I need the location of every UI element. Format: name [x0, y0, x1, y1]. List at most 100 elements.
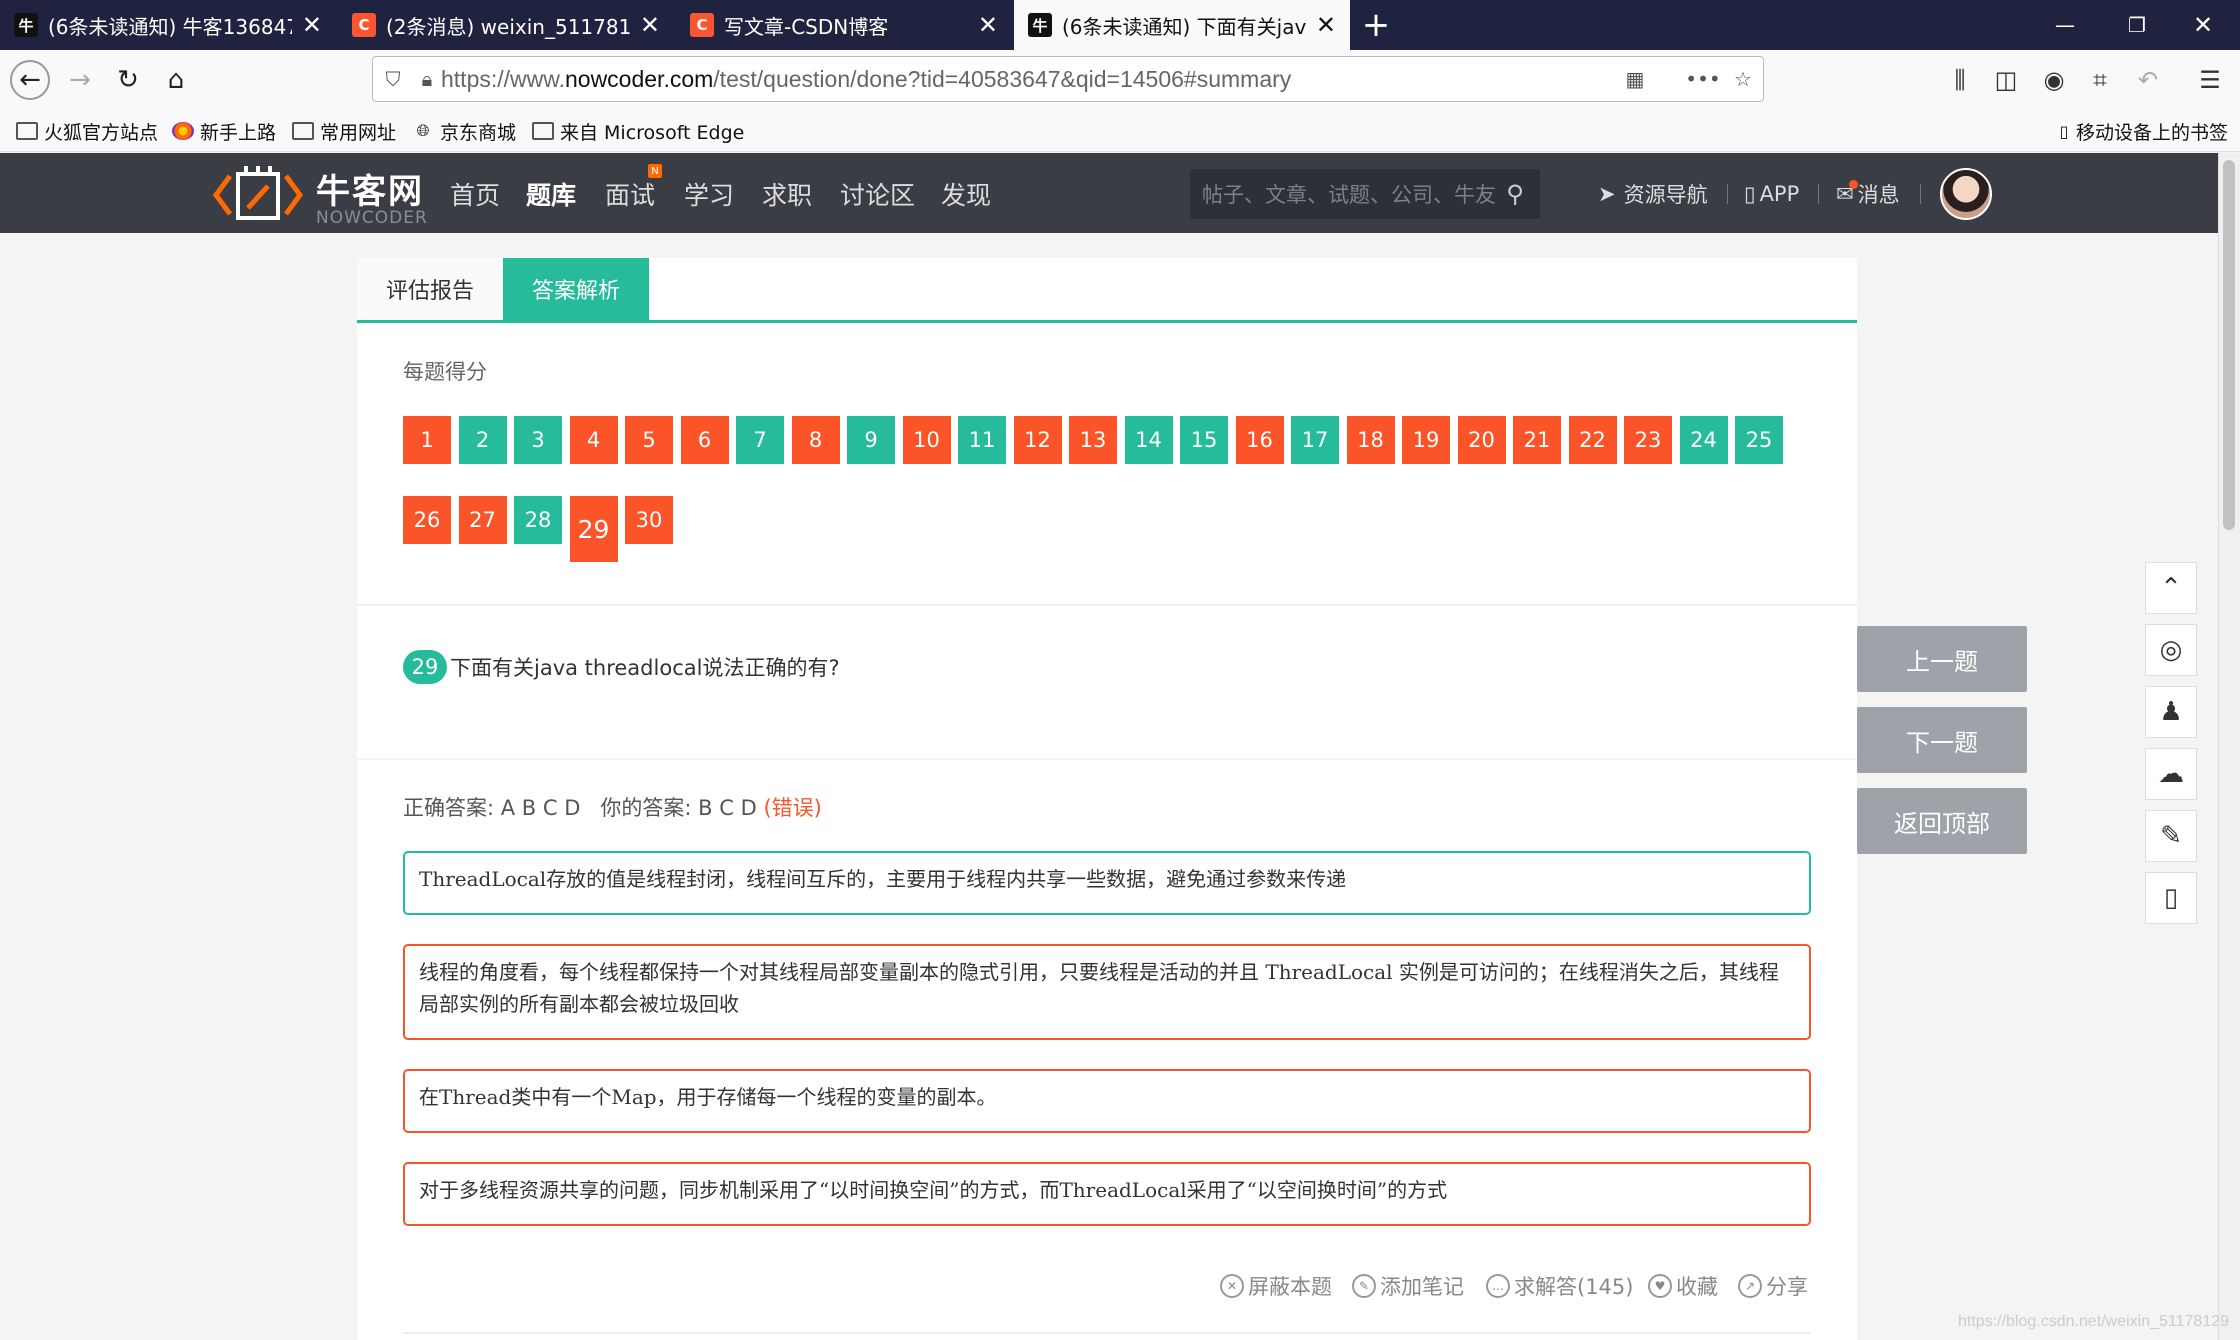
edit-icon[interactable]: ✎	[2145, 810, 2197, 862]
bookmark-item[interactable]: 🌐︎ 京东商城	[412, 116, 516, 146]
ask-answer-action[interactable]: … 求解答(145)	[1486, 1270, 1633, 1302]
hide-question-action[interactable]: ✕ 屏蔽本题	[1220, 1270, 1332, 1302]
share-action[interactable]: ↗ 分享	[1738, 1270, 1808, 1302]
close-tab-icon[interactable]: ✕	[640, 11, 660, 39]
scroll-up-icon[interactable]: ⌃	[2145, 562, 2197, 614]
phone-icon: ▯	[1744, 182, 1756, 206]
forward-button[interactable]: →	[60, 60, 100, 100]
nav-jobs[interactable]: 求职	[762, 170, 812, 218]
reload-button[interactable]: ↻	[108, 60, 148, 100]
question-score-box[interactable]: 29	[569, 496, 618, 562]
tab-answers[interactable]: 答案解析	[503, 258, 649, 320]
mobile-icon[interactable]: ▯	[2145, 872, 2197, 924]
question-score-box[interactable]: 3	[514, 416, 562, 464]
url-bar[interactable]: ⛉ 🔒︎ https://www.nowcoder.com/test/quest…	[372, 56, 1764, 102]
question-score-box[interactable]: 2	[458, 416, 507, 464]
wechat-icon[interactable]: ☁	[2145, 748, 2197, 800]
nav-learn[interactable]: 学习	[684, 170, 734, 218]
question-score-box[interactable]: 23	[1624, 416, 1672, 464]
undo-icon[interactable]: ↶	[2128, 60, 2168, 100]
weibo-icon[interactable]: ◎	[2145, 624, 2197, 676]
bookmark-item[interactable]: 常用网址	[292, 116, 396, 146]
question-score-box[interactable]: 7	[736, 416, 784, 464]
prev-question-button[interactable]: 上一题	[1857, 626, 2027, 692]
question-score-box[interactable]: 17	[1291, 416, 1339, 464]
answer-option-d: 对于多线程资源共享的问题，同步机制采用了“以时间换空间”的方式，而ThreadL…	[403, 1162, 1811, 1226]
browser-tab[interactable]: C 写文章-CSDN博客 ✕	[676, 0, 1012, 50]
action-label: 求解答(145)	[1514, 1275, 1634, 1299]
question-score-box[interactable]: 21	[1513, 416, 1561, 464]
nav-discuss[interactable]: 讨论区	[840, 170, 915, 218]
minimize-button[interactable]: —	[2028, 0, 2102, 50]
question-score-box[interactable]: 28	[514, 496, 562, 544]
nav-question-bank[interactable]: 题库	[526, 170, 576, 218]
back-to-top-button[interactable]: 返回顶部	[1857, 788, 2027, 854]
menu-icon[interactable]: ☰	[2190, 60, 2230, 100]
qr-code-icon[interactable]: ▦	[1615, 57, 1655, 101]
question-score-box[interactable]: 1	[403, 416, 451, 464]
new-tab-button[interactable]: +	[1356, 0, 1396, 50]
question-score-box[interactable]: 30	[625, 496, 673, 544]
bookmark-star-icon[interactable]: ☆	[1723, 57, 1763, 101]
close-tab-icon[interactable]: ✕	[978, 11, 998, 39]
back-button[interactable]: ←	[10, 60, 50, 100]
favorite-action[interactable]: ♥ 收藏	[1648, 1270, 1718, 1302]
messages-link[interactable]: ✉ 消息	[1836, 178, 1900, 210]
mobile-bookmarks[interactable]: ▯ 移动设备上的书签	[2058, 116, 2228, 146]
tab-report[interactable]: 评估报告	[357, 258, 503, 320]
question-score-box[interactable]: 27	[458, 496, 507, 544]
question-score-box[interactable]: 5	[625, 416, 673, 464]
user-avatar[interactable]	[1940, 168, 1992, 220]
question-score-box[interactable]: 8	[791, 416, 840, 464]
question-score-box[interactable]: 18	[1346, 416, 1395, 464]
shield-icon[interactable]: ⛉	[373, 57, 413, 101]
question-score-box[interactable]: 16	[1235, 416, 1284, 464]
question-score-box[interactable]: 25	[1735, 416, 1783, 464]
site-search-input[interactable]: 帖子、文章、试题、公司、牛友 ⚲	[1190, 169, 1540, 219]
question-score-box[interactable]: 12	[1013, 416, 1062, 464]
sidebar-icon[interactable]: ◫	[1986, 60, 2026, 100]
more-actions-icon[interactable]: •••	[1683, 57, 1723, 101]
question-score-box[interactable]: 11	[958, 416, 1006, 464]
question-score-box[interactable]: 26	[403, 496, 451, 544]
close-window-button[interactable]: ✕	[2166, 0, 2240, 50]
browser-tab-title: (6条未读通知) 下面有关java th	[1062, 14, 1306, 39]
account-icon[interactable]: ◉	[2034, 60, 2074, 100]
nav-discover[interactable]: 发现	[941, 170, 991, 218]
question-score-box[interactable]: 14	[1124, 416, 1173, 464]
browser-tab-active[interactable]: 牛 (6条未读通知) 下面有关java th ✕	[1014, 0, 1350, 50]
question-score-box[interactable]: 20	[1457, 416, 1506, 464]
site-logo[interactable]: 牛客网 NOWCODER	[208, 160, 428, 230]
nav-home[interactable]: 首页	[450, 170, 500, 218]
logo-subtext: NOWCODER	[316, 208, 428, 228]
question-score-box[interactable]: 6	[680, 416, 729, 464]
bookmark-item[interactable]: 火狐官方站点	[16, 116, 158, 146]
bookmark-item[interactable]: 来自 Microsoft Edge	[532, 116, 744, 146]
question-score-box[interactable]: 9	[847, 416, 895, 464]
question-score-box[interactable]: 13	[1069, 416, 1117, 464]
scrollbar-thumb[interactable]	[2223, 160, 2235, 530]
question-score-box[interactable]: 19	[1402, 416, 1450, 464]
close-tab-icon[interactable]: ✕	[1316, 11, 1336, 39]
question-score-box[interactable]: 22	[1568, 416, 1617, 464]
close-tab-icon[interactable]: ✕	[302, 11, 322, 39]
url-text[interactable]: https://www.nowcoder.com/test/question/d…	[441, 66, 1615, 93]
resources-link[interactable]: ➤ 资源导航	[1598, 178, 1708, 210]
question-score-box[interactable]: 15	[1180, 416, 1228, 464]
browser-tab[interactable]: 牛 (6条未读通知) 牛客136847985 ✕	[0, 0, 336, 50]
restore-button[interactable]: ❐	[2100, 0, 2174, 50]
bookmark-item[interactable]: 新手上路	[172, 116, 276, 146]
search-icon[interactable]: ⚲	[1500, 179, 1530, 209]
home-button[interactable]: ⌂	[156, 60, 196, 100]
qq-icon[interactable]: ♟	[2145, 686, 2197, 738]
library-icon[interactable]: ⫼	[1940, 60, 1980, 100]
browser-tab[interactable]: C (2条消息) weixin_51178129的 ✕	[338, 0, 674, 50]
screenshot-icon[interactable]: ⌗	[2080, 60, 2120, 100]
add-note-action[interactable]: ✎ 添加笔记	[1352, 1270, 1464, 1302]
next-question-button[interactable]: 下一题	[1857, 707, 2027, 773]
app-link[interactable]: ▯ APP	[1744, 178, 1799, 210]
question-score-box[interactable]: 4	[569, 416, 618, 464]
question-score-box[interactable]: 24	[1679, 416, 1728, 464]
heart-icon: ♥	[1648, 1274, 1672, 1298]
question-score-box[interactable]: 10	[902, 416, 951, 464]
